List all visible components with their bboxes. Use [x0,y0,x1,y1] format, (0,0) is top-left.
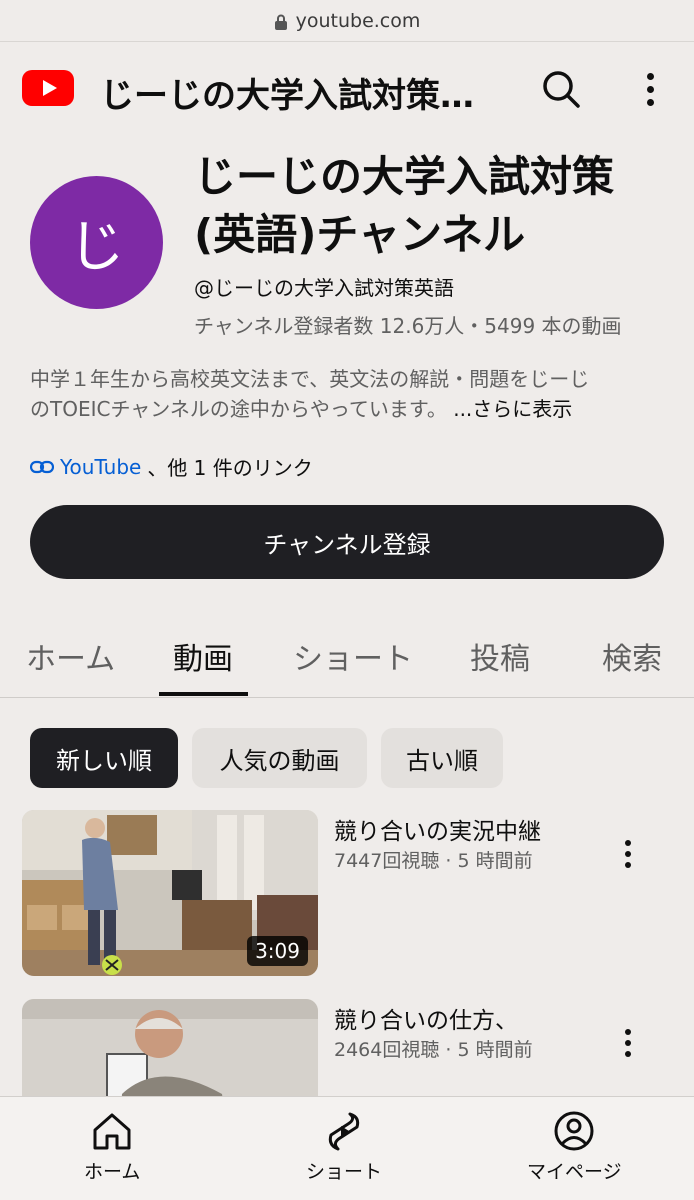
home-icon [93,1113,131,1150]
video-more-icon[interactable] [620,840,636,874]
channel-handle: @じーじの大学入試対策英語 [194,276,454,300]
chip-newest[interactable]: 新しい順 [30,728,178,788]
lock-icon [274,13,288,30]
nav-home-label: ホーム [84,1161,141,1183]
app-header: じーじの大学入試対策… [0,44,694,134]
tab-home[interactable]: ホーム [26,634,115,678]
url-bar[interactable]: youtube.com [0,0,694,42]
nav-shorts[interactable]: ショート [306,1109,382,1184]
active-tab-indicator [159,692,248,696]
header-title: じーじの大学入試対策… [100,76,474,116]
description-line1: 中学１年生から高校英文法まで、英文法の解説・問題をじーじ [30,367,590,391]
channel-tabs: ホーム 動画 ショート 投稿 検索 [0,614,694,698]
tab-videos[interactable]: 動画 [173,634,233,678]
chip-popular[interactable]: 人気の動画 [192,728,367,788]
video-title[interactable]: 競り合いの仕方、 [334,1001,518,1035]
nav-mypage[interactable]: マイページ [527,1109,622,1184]
channel-name-line1: じーじの大学入試対策 [194,152,615,201]
youtube-link[interactable]: YouTube [60,455,141,479]
video-meta: 2464回視聴 · 5 時間前 [334,1039,533,1061]
subscribe-button[interactable]: チャンネル登録 [30,505,664,579]
chip-oldest[interactable]: 古い順 [381,728,503,788]
video-meta: 7447回視聴 · 5 時間前 [334,850,533,872]
channel-stats: チャンネル登録者数 12.6万人・5499 本の動画 [194,314,622,338]
show-more-link[interactable]: ...さらに表示 [453,397,572,421]
account-icon [554,1111,594,1151]
tab-shorts[interactable]: ショート [293,634,413,678]
video-thumbnail[interactable]: 3:09 [22,810,318,976]
nav-mypage-label: マイページ [527,1161,622,1183]
channel-name: じーじの大学入試対策 (英語)チャンネル [194,148,664,264]
search-icon[interactable] [540,68,582,110]
more-options-icon[interactable] [636,68,664,110]
video-duration: 3:09 [247,936,308,966]
video-item[interactable]: 3:09 競り合いの実況中継 7447回視聴 · 5 時間前 [22,810,672,980]
video-more-icon[interactable] [620,1029,636,1063]
links-suffix: 、他 1 件のリンク [147,456,313,480]
nav-shorts-label: ショート [306,1161,383,1183]
channel-name-line2: (英語)チャンネル [194,210,526,259]
channel-links[interactable]: YouTube 、他 1 件のリンク [30,452,313,481]
channel-description[interactable]: 中学１年生から高校英文法まで、英文法の解説・問題をじーじ のTOEICチャンネル… [30,364,670,424]
tab-posts[interactable]: 投稿 [470,634,530,678]
shorts-icon [328,1112,360,1151]
video-title[interactable]: 競り合いの実況中継 [334,812,541,846]
nav-home[interactable]: ホーム [84,1109,140,1184]
description-line2: のTOEICチャンネルの途中からやっています。 [30,397,447,421]
link-icon [30,460,54,473]
youtube-logo-icon[interactable] [22,70,74,106]
bottom-navigation: ホーム ショート マイページ [0,1096,694,1200]
avatar-letter: じ [68,215,125,280]
tab-search[interactable]: 検索 [602,634,662,678]
channel-avatar[interactable]: じ [30,176,163,309]
url-text: youtube.com [295,9,421,32]
